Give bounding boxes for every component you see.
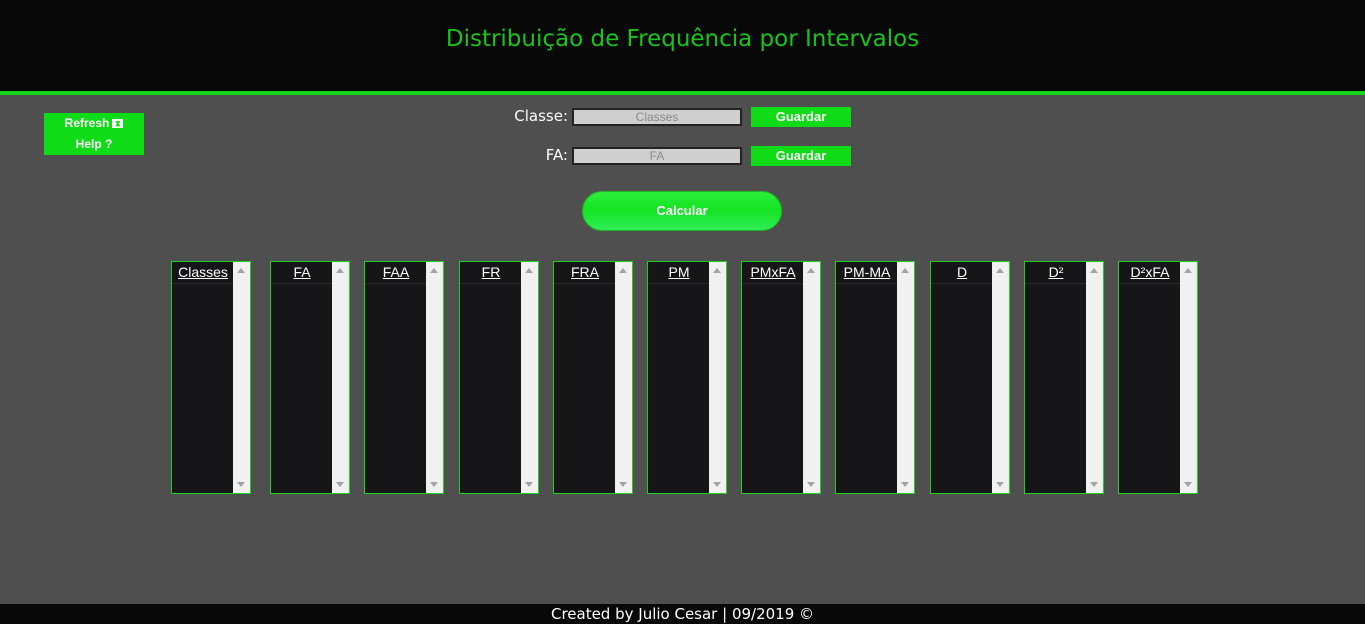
scroll-up-icon[interactable] xyxy=(336,268,344,273)
column-header: D xyxy=(931,262,993,284)
column-faa[interactable]: FAA xyxy=(364,261,444,494)
scroll-down-icon[interactable] xyxy=(1090,482,1098,487)
scroll-up-icon[interactable] xyxy=(807,268,815,273)
scroll-up-icon[interactable] xyxy=(430,268,438,273)
scroll-down-icon[interactable] xyxy=(996,482,1004,487)
column-pmxfa[interactable]: PMxFA xyxy=(741,261,821,494)
scrollbar[interactable] xyxy=(521,262,538,493)
column-pm[interactable]: PM xyxy=(647,261,727,494)
column-header: FAA xyxy=(365,262,427,284)
help-button[interactable]: Help ? xyxy=(44,134,144,155)
scroll-up-icon[interactable] xyxy=(619,268,627,273)
scroll-down-icon[interactable] xyxy=(713,482,721,487)
scrollbar[interactable] xyxy=(426,262,443,493)
page-header: Distribuição de Frequência por Intervalo… xyxy=(0,0,1365,95)
scroll-down-icon[interactable] xyxy=(619,482,627,487)
column-d[interactable]: D xyxy=(930,261,1010,494)
column-header: FR xyxy=(460,262,522,284)
scrollbar[interactable] xyxy=(1086,262,1103,493)
scroll-down-icon[interactable] xyxy=(336,482,344,487)
column-fra[interactable]: FRA xyxy=(553,261,633,494)
scrollbar[interactable] xyxy=(615,262,632,493)
column-header: FRA xyxy=(554,262,616,284)
column-header: Classes xyxy=(172,262,234,284)
footer: Created by Julio Cesar | 09/2019 © xyxy=(0,604,1365,624)
scroll-down-icon[interactable] xyxy=(237,482,245,487)
column-d2xfa[interactable]: D²xFA xyxy=(1118,261,1198,494)
scrollbar[interactable] xyxy=(1180,262,1197,493)
guardar-classe-button[interactable]: Guardar xyxy=(751,107,851,127)
scrollbar[interactable] xyxy=(803,262,820,493)
column-fr[interactable]: FR xyxy=(459,261,539,494)
scroll-up-icon[interactable] xyxy=(525,268,533,273)
scroll-down-icon[interactable] xyxy=(807,482,815,487)
scroll-up-icon[interactable] xyxy=(237,268,245,273)
classe-input[interactable] xyxy=(572,108,742,126)
classe-label: Classe: xyxy=(514,107,568,125)
page-title: Distribuição de Frequência por Intervalo… xyxy=(445,26,920,52)
scrollbar[interactable] xyxy=(992,262,1009,493)
refresh-button[interactable]: Refresh ⧗ xyxy=(44,113,144,134)
scrollbar[interactable] xyxy=(709,262,726,493)
column-pm-ma[interactable]: PM-MA xyxy=(835,261,915,494)
hourglass-icon: ⧗ xyxy=(112,119,124,128)
column-classes[interactable]: Classes xyxy=(171,261,251,494)
scroll-up-icon[interactable] xyxy=(901,268,909,273)
column-fa[interactable]: FA xyxy=(270,261,350,494)
calculate-button[interactable]: Calcular xyxy=(582,191,782,231)
scrollbar[interactable] xyxy=(897,262,914,493)
refresh-label: Refresh xyxy=(64,116,110,130)
scroll-down-icon[interactable] xyxy=(430,482,438,487)
scrollbar[interactable] xyxy=(332,262,349,493)
column-header: D²xFA xyxy=(1119,262,1181,284)
scroll-up-icon[interactable] xyxy=(996,268,1004,273)
fa-label: FA: xyxy=(545,146,568,164)
fa-input[interactable] xyxy=(572,147,742,165)
column-header: PMxFA xyxy=(742,262,804,284)
scroll-up-icon[interactable] xyxy=(1184,268,1192,273)
scroll-down-icon[interactable] xyxy=(1184,482,1192,487)
column-header: D² xyxy=(1025,262,1087,284)
column-d2[interactable]: D² xyxy=(1024,261,1104,494)
scroll-up-icon[interactable] xyxy=(713,268,721,273)
column-header: FA xyxy=(271,262,333,284)
column-header: PM-MA xyxy=(836,262,898,284)
scroll-down-icon[interactable] xyxy=(901,482,909,487)
guardar-fa-button[interactable]: Guardar xyxy=(751,146,851,166)
side-menu: Refresh ⧗ Help ? xyxy=(44,113,144,155)
column-header: PM xyxy=(648,262,710,284)
scrollbar[interactable] xyxy=(233,262,250,493)
scroll-down-icon[interactable] xyxy=(525,482,533,487)
scroll-up-icon[interactable] xyxy=(1090,268,1098,273)
